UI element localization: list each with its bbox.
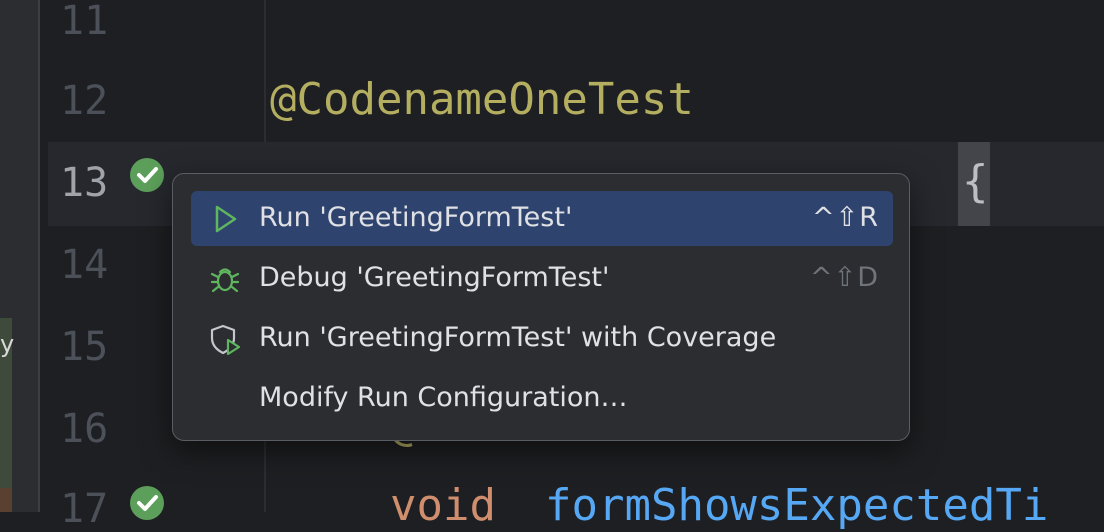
line-number: 17 xyxy=(60,486,109,532)
line-number: 16 xyxy=(60,406,109,452)
test-passed-check-icon[interactable] xyxy=(130,486,164,520)
coverage-icon xyxy=(209,323,241,356)
left-tool-panel: y xyxy=(0,0,40,512)
code-brace: { xyxy=(962,156,989,207)
debug-icon xyxy=(209,263,241,295)
menu-item-label: Run 'GreetingFormTest' with Coverage xyxy=(259,322,777,353)
code-method-name: formShowsExpectedTi xyxy=(545,480,1049,531)
menu-item-shortcut: ^⇧D xyxy=(809,262,879,293)
run-configuration-popup: Run 'GreetingFormTest' ^⇧R Debug 'Greeti… xyxy=(172,173,910,441)
menu-item-modify-run-configuration[interactable]: Modify Run Configuration… xyxy=(191,371,893,426)
menu-item-label: Modify Run Configuration… xyxy=(259,382,628,413)
run-icon xyxy=(209,203,241,235)
code-annotation: @CodenameOneTest xyxy=(270,74,694,125)
menu-item-shortcut: ^⇧R xyxy=(811,202,879,233)
panel-text-fragment: y xyxy=(0,330,15,358)
menu-item-label: Run 'GreetingFormTest' xyxy=(259,202,573,233)
menu-item-debug[interactable]: Debug 'GreetingFormTest' ^⇧D xyxy=(191,251,893,306)
line-number: 13 xyxy=(60,160,109,206)
code-keyword: void xyxy=(390,480,496,531)
panel-border[interactable] xyxy=(38,0,40,512)
panel-preview-accent xyxy=(0,488,12,512)
menu-item-run-with-coverage[interactable]: Run 'GreetingFormTest' with Coverage xyxy=(191,311,893,366)
line-number: 12 xyxy=(60,78,109,124)
line-number: 11 xyxy=(60,0,109,44)
menu-item-label: Debug 'GreetingFormTest' xyxy=(259,262,610,293)
test-passed-check-icon[interactable] xyxy=(130,158,164,192)
menu-item-run[interactable]: Run 'GreetingFormTest' ^⇧R xyxy=(191,191,893,246)
line-number: 15 xyxy=(60,324,109,370)
line-number: 14 xyxy=(60,242,109,288)
